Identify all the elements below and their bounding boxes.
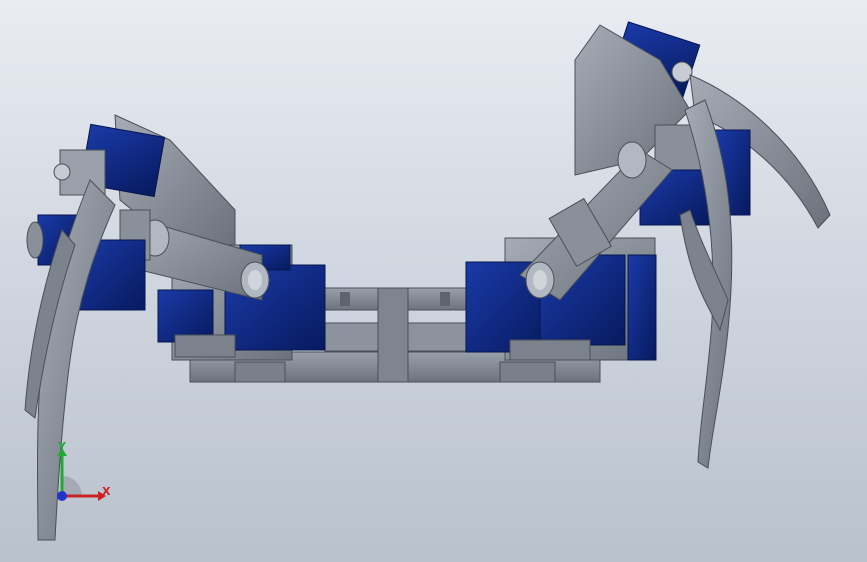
y-axis-label: Y: [58, 440, 66, 453]
cad-graphics-viewport[interactable]: X Y: [0, 0, 867, 562]
x-axis-label: X: [102, 485, 111, 498]
triad-axes-icon: [57, 448, 106, 501]
right-leg[interactable]: [519, 21, 831, 469]
view-orientation-triad: X Y: [40, 438, 120, 518]
hexapod-robot-model[interactable]: [0, 0, 867, 562]
